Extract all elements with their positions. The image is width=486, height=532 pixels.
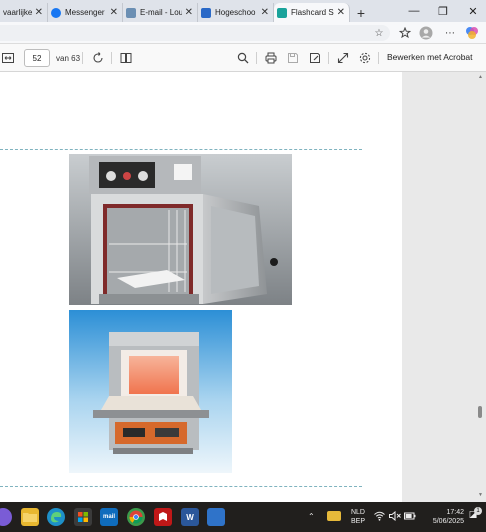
keyboard-layout: BEP — [350, 518, 365, 525]
copilot-icon[interactable] — [465, 26, 479, 40]
toolbar-divider — [328, 52, 329, 64]
toolbar-divider — [256, 52, 257, 64]
clock-time: 17:42 — [446, 509, 464, 516]
tab-close-icon[interactable]: ✕ — [337, 7, 345, 18]
tab-label: Messenger — [65, 8, 105, 17]
url-field[interactable] — [0, 25, 390, 41]
tab-close-icon[interactable]: ✕ — [35, 7, 43, 18]
dashed-separator — [0, 149, 362, 150]
rotate-icon[interactable] — [91, 51, 105, 65]
pinned-app-icon[interactable] — [207, 508, 225, 526]
flashcard-icon — [277, 7, 287, 18]
save-as-icon[interactable] — [308, 51, 322, 65]
vertical-scrollbar[interactable]: ▲ ▼ — [474, 72, 486, 502]
page-number-input[interactable] — [24, 49, 50, 67]
tab-label: E-mail - Lou — [140, 8, 182, 17]
word-icon[interactable]: W — [181, 508, 199, 526]
laboratory-oven-photo — [69, 154, 292, 305]
print-icon[interactable] — [264, 51, 278, 65]
dashed-separator — [0, 486, 362, 487]
show-hidden-icons-chevron-icon[interactable]: ⌃ — [308, 512, 315, 521]
notifications-bell-icon[interactable]: ◪ 1 — [467, 507, 482, 520]
page-total-label: van 63 — [56, 54, 81, 63]
file-explorer-icon[interactable] — [21, 508, 39, 526]
battery-icon[interactable] — [404, 511, 416, 524]
favorites-icon[interactable] — [398, 26, 412, 40]
tab-close-icon[interactable]: ✕ — [261, 7, 269, 18]
search-icon[interactable] — [236, 51, 250, 65]
tab-vaarlijke[interactable]: vaarlijke ✕ — [0, 3, 48, 22]
toolbar-divider — [82, 52, 83, 64]
onedrive-folder-icon[interactable] — [327, 511, 341, 521]
muffle-furnace-photo — [69, 310, 232, 473]
tab-close-icon[interactable]: ✕ — [110, 7, 118, 18]
copilot-icon[interactable] — [0, 508, 12, 526]
pdf-document-view[interactable]: ▲ ▼ — [0, 72, 486, 502]
language-indicator[interactable]: NLD BEP — [349, 508, 367, 526]
tab-label: Hogeschoo — [215, 8, 256, 17]
pdf-page — [0, 72, 402, 502]
notification-count-badge: 1 — [474, 507, 482, 515]
maximize-button[interactable]: ❐ — [432, 2, 454, 20]
tab-hogeschool[interactable]: Hogeschoo ✕ — [198, 3, 274, 22]
edge-icon[interactable] — [47, 508, 65, 526]
profile-avatar-icon[interactable] — [419, 26, 433, 40]
toolbar-divider — [111, 52, 112, 64]
wifi-icon[interactable] — [374, 511, 385, 524]
scrollbar-thumb[interactable] — [478, 406, 482, 418]
minimize-button[interactable]: — — [403, 2, 425, 20]
store-icon[interactable] — [74, 508, 92, 526]
mcafee-icon[interactable] — [154, 508, 172, 526]
address-bar: ☆ ⋯ — [0, 22, 486, 44]
toolbar-divider — [378, 52, 379, 64]
fit-width-icon[interactable] — [1, 51, 15, 65]
clock[interactable]: 17:42 5/06/2025 — [422, 508, 464, 526]
messenger-icon — [51, 7, 61, 18]
scroll-down-arrow-icon[interactable]: ▼ — [478, 492, 483, 498]
new-tab-button[interactable]: + — [350, 3, 372, 22]
tab-close-icon[interactable]: ✕ — [185, 7, 193, 18]
page-view-icon[interactable] — [119, 51, 133, 65]
outlook-mail-icon — [126, 7, 136, 18]
save-icon[interactable] — [286, 51, 300, 65]
hogeschool-icon — [201, 7, 211, 18]
tab-label: Flashcard Se — [291, 8, 334, 17]
clock-date: 5/06/2025 — [432, 518, 464, 525]
close-window-button[interactable]: ✕ — [462, 2, 484, 20]
edit-with-acrobat-button[interactable]: Bewerken met Acrobat — [387, 52, 473, 62]
tab-messenger[interactable]: Messenger ✕ — [48, 3, 123, 22]
language-code: NLD — [350, 509, 365, 516]
more-options-icon[interactable]: ⋯ — [443, 26, 457, 40]
mail-icon[interactable]: mail — [100, 508, 118, 526]
chrome-icon[interactable] — [127, 508, 145, 526]
favorite-star-icon[interactable]: ☆ — [372, 26, 386, 40]
tab-label: vaarlijke — [3, 8, 32, 17]
volume-muted-icon[interactable] — [389, 510, 401, 524]
windows-taskbar: mail W ⌃ NLD BEP 17:42 5/06/2025 ◪ 1 — [0, 502, 486, 532]
settings-gear-icon[interactable] — [358, 51, 372, 65]
pdf-toolbar: van 63 Bewerken met Acrobat — [0, 44, 486, 72]
fullscreen-icon[interactable] — [336, 51, 350, 65]
tab-email[interactable]: E-mail - Lou ✕ — [123, 3, 198, 22]
tab-flashcard-active[interactable]: Flashcard Se ✕ — [274, 3, 350, 22]
scroll-up-arrow-icon[interactable]: ▲ — [478, 74, 483, 80]
